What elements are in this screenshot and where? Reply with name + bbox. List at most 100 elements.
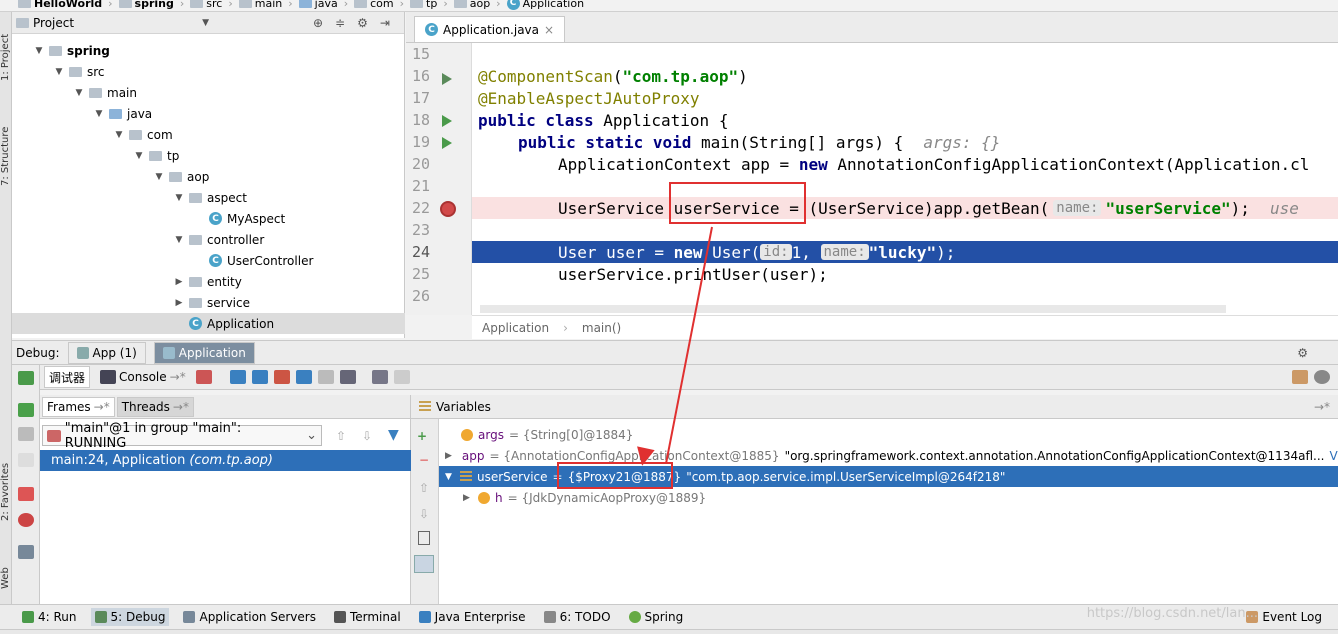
breadcrumb-class[interactable]: Application [482,321,549,335]
rerun-icon[interactable] [18,371,34,385]
tree-item[interactable]: C UserController [12,250,405,271]
pause-icon[interactable] [18,427,34,441]
crumb-tp[interactable]: tp [410,0,437,10]
chevron-down-icon[interactable]: ▼ [34,46,44,56]
chevron-right-icon[interactable]: ▶ [463,493,473,503]
run-gutter-icon[interactable] [442,115,452,127]
gear-icon[interactable]: ⚙ [357,16,368,30]
breakpoint-icon[interactable] [440,201,456,217]
drop-frame-icon[interactable] [317,370,334,384]
tree-item[interactable]: ▼ com [12,124,405,145]
add-watch-icon[interactable]: + [417,429,427,443]
arrow-down-icon[interactable]: ⇩ [419,507,429,521]
chevron-right-icon[interactable]: ▶ [174,298,184,308]
crumb-java[interactable]: java [298,0,338,10]
show-execution-point-icon[interactable] [195,370,212,384]
tree-item[interactable]: ▶ service [12,292,405,313]
evaluate-icon[interactable] [371,370,388,384]
run-gutter-icon[interactable] [442,137,452,149]
tree-item[interactable]: ▼ aop [12,166,405,187]
tab-application-java[interactable]: C Application.java × [414,16,566,42]
run-to-cursor-icon[interactable] [339,370,356,384]
chevron-right-icon[interactable]: ▶ [445,451,452,461]
chevron-right-icon[interactable]: ▶ [174,277,184,287]
close-icon[interactable]: × [544,23,554,37]
terminal-button[interactable]: Terminal [330,608,405,626]
web-tool-button[interactable]: Web [0,560,12,596]
arrow-down-icon[interactable]: ⇩ [362,429,372,443]
tree-item[interactable]: ▼ src [12,61,405,82]
tree-item[interactable]: ▼ java [12,103,405,124]
view-breakpoints-icon[interactable] [18,487,34,501]
force-step-into-icon[interactable] [273,370,290,384]
java-enterprise-button[interactable]: Java Enterprise [415,608,530,626]
todo-button[interactable]: 6: TODO [540,608,615,626]
hide-icon[interactable]: ⇥ [380,16,390,30]
frame-row[interactable]: main:24, Application (com.tp.aop) [40,450,411,471]
settings-icon[interactable] [1314,370,1330,384]
favorites-tool-button[interactable]: 2: Favorites [0,452,12,532]
tree-item[interactable]: ▼ controller [12,229,405,250]
code-editor[interactable]: @ComponentScan("com.tp.aop") @EnableAspe… [472,43,1338,315]
trace-icon[interactable] [393,370,410,384]
stop-icon[interactable] [18,453,34,467]
resume-icon[interactable] [18,403,34,417]
crumb-com[interactable]: com [354,0,394,10]
tab-threads[interactable]: Threads →* [116,396,194,417]
crumb-spring[interactable]: spring [118,0,174,10]
tree-item[interactable]: C Application [12,313,405,334]
locate-icon[interactable]: ⊕ [313,16,323,30]
chevron-down-icon[interactable]: ▼ [94,109,104,119]
tab-application[interactable]: Application [153,341,255,364]
collapse-icon[interactable]: ≑ [335,16,345,30]
camera-icon[interactable] [18,545,34,559]
step-out-icon[interactable] [295,370,312,384]
run-gutter-icon[interactable] [442,73,452,85]
chevron-down-icon[interactable]: ▼ [202,18,209,28]
chevron-down-icon[interactable]: ▼ [74,88,84,98]
chevron-down-icon[interactable]: ▼ [114,130,124,140]
tree-item[interactable]: ▶ entity [12,271,405,292]
crumb-main[interactable]: main [238,0,282,10]
watches-toggle-icon[interactable] [414,555,434,573]
thread-selector[interactable]: "main"@1 in group "main": RUNNING ⌄ [42,421,322,451]
tab-app-1[interactable]: App (1) [67,341,146,364]
chevron-down-icon[interactable]: ▼ [445,472,455,482]
chevron-down-icon[interactable]: ▼ [174,235,184,245]
tab-console[interactable]: Console →* [96,366,190,388]
tree-item[interactable]: ▼ spring [12,40,405,61]
pin-icon[interactable]: →* [1314,400,1330,414]
step-over-icon[interactable] [229,370,246,384]
project-view-selector[interactable]: Project [33,16,74,30]
breadcrumb-method[interactable]: main() [582,321,621,335]
step-into-icon[interactable] [251,370,268,384]
spring-button[interactable]: Spring [625,608,688,626]
filter-icon[interactable]: ▼ [388,427,399,443]
debug-tool-button[interactable]: 5: Debug [90,608,170,626]
copy-icon[interactable] [418,531,430,545]
crumb-aop[interactable]: aop [453,0,490,10]
crumb-src[interactable]: src [190,0,222,10]
chevron-down-icon[interactable]: ▼ [54,67,64,77]
crumb-application[interactable]: C Application [506,0,584,10]
application-servers-button[interactable]: Application Servers [179,608,319,626]
restore-layout-icon[interactable] [1292,370,1308,384]
remove-watch-icon[interactable]: − [419,453,429,467]
arrow-up-icon[interactable]: ⇧ [336,429,346,443]
variable-row-h[interactable]: ▶ h = {JdkDynamicAopProxy@1889} [439,487,1338,508]
tab-debugger[interactable]: 调试器 [44,366,91,388]
tree-item[interactable]: ▼ main [12,82,405,103]
chevron-down-icon[interactable]: ▼ [174,193,184,203]
variable-row-args[interactable]: args = {String[0]@1884} [439,424,1338,445]
run-tool-button[interactable]: 4: Run [18,608,81,626]
gear-icon[interactable]: ⚙ [1297,346,1308,360]
arrow-up-icon[interactable]: ⇧ [419,481,429,495]
tree-item[interactable]: ▼ aspect [12,187,405,208]
chevron-down-icon[interactable]: ▼ [154,172,164,182]
chevron-down-icon[interactable]: ▼ [134,151,144,161]
crumb-helloworld[interactable]: HelloWorld [18,0,102,10]
project-tool-button[interactable]: 1: Project [0,22,12,92]
structure-tool-button[interactable]: 7: Structure [0,116,12,196]
tab-frames[interactable]: Frames →* [42,396,115,417]
tree-item[interactable]: C MyAspect [12,208,405,229]
